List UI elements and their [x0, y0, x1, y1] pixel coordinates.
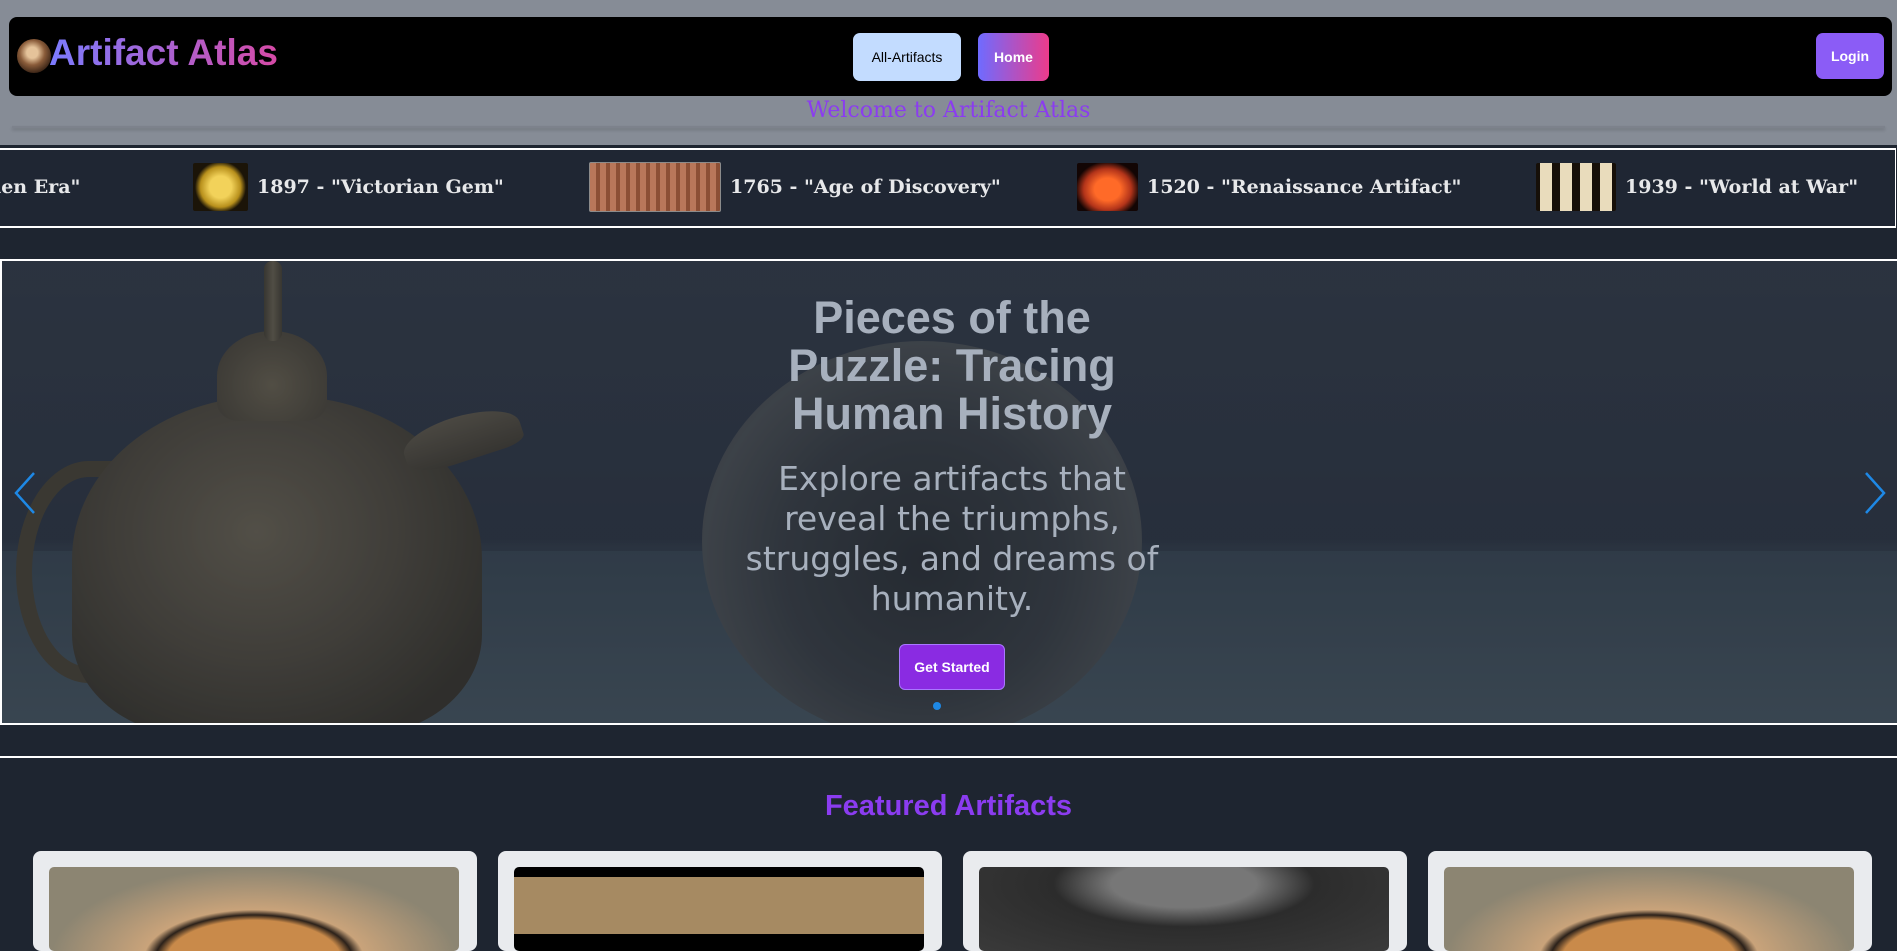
home-button[interactable]: Home [978, 33, 1049, 81]
all-artifacts-button[interactable]: All-Artifacts [853, 33, 961, 81]
artifact-card-image [979, 867, 1389, 951]
marquee-item-label: len Era" [0, 176, 81, 198]
victorian-gem-thumbnail [193, 163, 248, 211]
artifact-card-image [49, 867, 459, 951]
artifact-card-image [1444, 867, 1854, 951]
renaissance-artifact-thumbnail [1077, 163, 1138, 211]
chevron-left-icon[interactable] [12, 469, 38, 517]
marquee-item-label: 1939 - "World at War" [1625, 176, 1859, 198]
login-button[interactable]: Login [1816, 33, 1884, 79]
artifact-card[interactable] [1428, 851, 1872, 951]
marquee-item-label: 1765 - "Age of Discovery" [730, 176, 1001, 198]
site-logo-text[interactable]: Artifact Atlas [49, 29, 278, 77]
artifact-card-image [514, 867, 924, 951]
featured-divider [0, 756, 1897, 758]
get-started-button[interactable]: Get Started [899, 644, 1005, 690]
welcome-divider [12, 126, 1885, 128]
marquee-item[interactable]: len Era" [0, 163, 80, 211]
world-at-war-thumbnail [1536, 163, 1616, 211]
marquee-item[interactable]: 1897 - "Victorian Gem" [193, 163, 504, 211]
carousel-pagination-dot[interactable] [933, 702, 941, 710]
welcome-heading: Welcome to Artifact Atlas [806, 98, 1091, 123]
chevron-right-icon[interactable] [1862, 469, 1888, 517]
artifact-card[interactable] [963, 851, 1407, 951]
hero-title: Pieces of the Puzzle: Tracing Human Hist… [788, 292, 1116, 439]
hero-subtitle: Explore artifacts that reveal the triump… [745, 459, 1159, 618]
logo-icon[interactable] [17, 39, 51, 73]
marquee-item-label: 1520 - "Renaissance Artifact" [1147, 176, 1462, 198]
artifact-card[interactable] [33, 851, 477, 951]
navbar: Artifact Atlas All-Artifacts Home Login [9, 17, 1892, 96]
marquee-item[interactable]: 1939 - "World at War" [1536, 163, 1858, 211]
artifact-card[interactable] [498, 851, 942, 951]
age-of-discovery-thumbnail [589, 162, 721, 212]
marquee-item[interactable]: 1765 - "Age of Discovery" [589, 162, 1001, 212]
marquee-item[interactable]: 1520 - "Renaissance Artifact" [1077, 163, 1461, 211]
artifact-marquee: len Era" 1897 - "Victorian Gem" 1765 - "… [0, 148, 1896, 228]
featured-artifacts-heading: Featured Artifacts [824, 790, 1073, 822]
marquee-item-label: 1897 - "Victorian Gem" [257, 176, 504, 198]
hero-carousel: Pieces of the Puzzle: Tracing Human Hist… [0, 259, 1897, 725]
